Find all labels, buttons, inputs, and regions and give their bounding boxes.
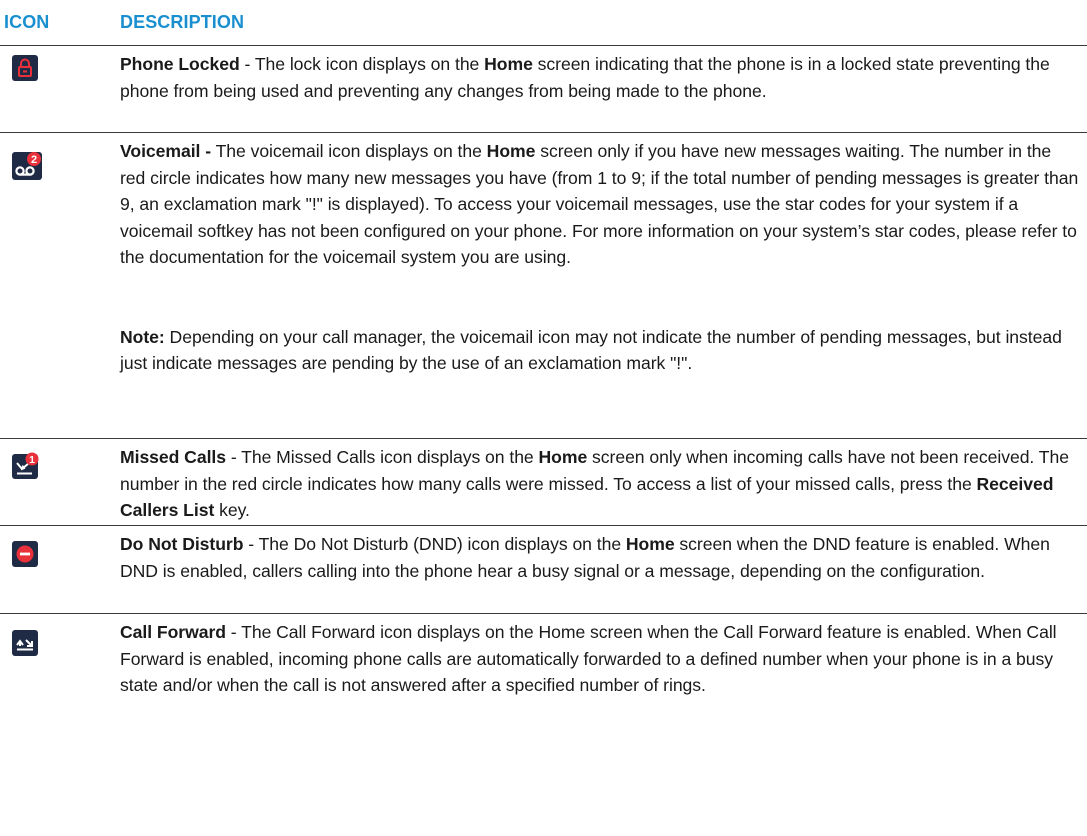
voicemail-icon: 2: [12, 150, 42, 180]
missed-calls-icon: 1: [12, 451, 40, 479]
svg-text:1: 1: [29, 454, 35, 466]
row-description: Phone Locked - The lock icon displays on…: [120, 54, 1050, 101]
do-not-disturb-icon: [12, 541, 38, 567]
row-description: Voicemail - The voicemail icon displays …: [120, 141, 1079, 267]
table-row-do-not-disturb: Do Not Disturb - The Do Not Disturb (DND…: [0, 526, 1087, 614]
table-row-voicemail: 2 Voicemail - The voicemail icon display…: [0, 133, 1087, 439]
row-title: Missed Calls: [120, 447, 226, 467]
row-note: Note: Depending on your call manager, th…: [120, 326, 1062, 374]
table-row-phone-locked: Phone Locked - The lock icon displays on…: [0, 46, 1087, 133]
description-column-header: DESCRIPTION: [120, 12, 245, 32]
row-title: Call Forward: [120, 622, 226, 642]
row-title: Voicemail -: [120, 141, 212, 161]
row-title: Phone Locked: [120, 54, 240, 74]
note-label: Note:: [120, 326, 165, 347]
row-description: Call Forward - The Call Forward icon dis…: [120, 622, 1057, 695]
row-title: Do Not Disturb: [120, 534, 244, 554]
row-description: Do Not Disturb - The Do Not Disturb (DND…: [120, 534, 1050, 581]
table-header: ICON DESCRIPTION: [0, 0, 1087, 46]
table-row-call-forward: Call Forward - The Call Forward icon dis…: [0, 614, 1087, 730]
table-row-missed-calls: 1 Missed Calls - The Missed Calls icon d…: [0, 439, 1087, 526]
icon-column-header: ICON: [4, 12, 50, 32]
row-description: Missed Calls - The Missed Calls icon dis…: [120, 447, 1069, 520]
icon-description-table: ICON DESCRIPTION Phone Locked - The lock…: [0, 0, 1087, 730]
svg-text:2: 2: [31, 154, 37, 166]
lock-icon: [12, 55, 38, 81]
call-forward-icon: [12, 630, 38, 656]
